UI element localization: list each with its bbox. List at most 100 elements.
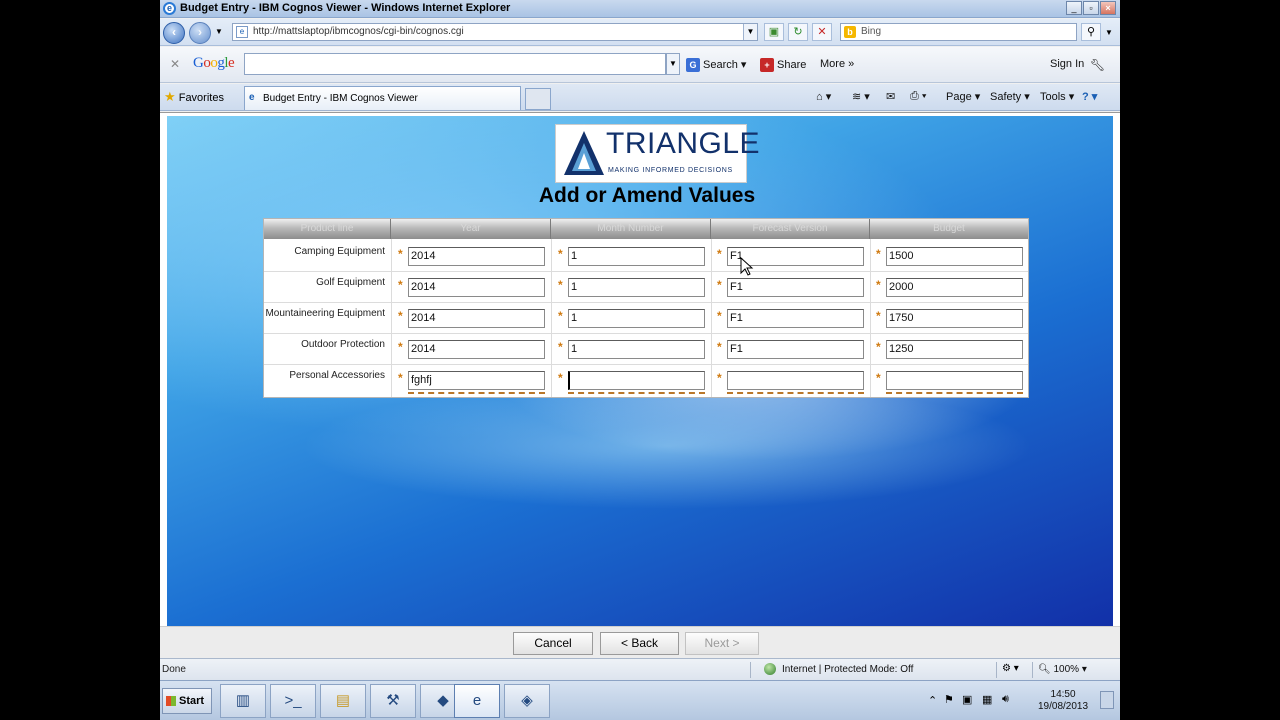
google-search-dropdown-icon[interactable]: ▼ [666, 53, 680, 75]
internet-zone-icon [764, 663, 776, 675]
tab-budget-entry[interactable]: e Budget Entry - IBM Cognos Viewer [244, 86, 521, 110]
address-url: http://mattslaptop/ibmcognos/cgi-bin/cog… [253, 26, 464, 37]
show-desktop-button[interactable] [1100, 691, 1114, 709]
compatibility-icon[interactable]: ▣ [764, 23, 784, 41]
validation-error-underline [568, 392, 705, 394]
budget-input[interactable]: 1750 [886, 309, 1023, 328]
zoom-level[interactable]: 🔍︎ 100% ▾ [1038, 664, 1087, 675]
required-marker: * [398, 247, 403, 261]
help-icon[interactable]: ? ▾ [1082, 90, 1097, 103]
budget-input[interactable]: 1500 [886, 247, 1023, 266]
action-center-flag-icon[interactable]: ⚑ [944, 693, 954, 706]
server-manager-icon[interactable]: ▥ [220, 684, 266, 718]
google-search-input[interactable] [244, 53, 666, 75]
search-options-icon[interactable]: ▼ [1105, 28, 1113, 37]
stop-icon[interactable]: ✕ [812, 23, 832, 41]
year-input[interactable]: 2014 [408, 340, 545, 359]
new-tab-button[interactable] [525, 88, 551, 110]
month-input[interactable] [568, 371, 705, 390]
back-nav-button[interactable]: ‹ [163, 22, 185, 44]
forecast-input[interactable]: F1 [727, 309, 864, 328]
prompt-button-bar: Cancel < Back Next > [160, 626, 1120, 658]
google-search-button[interactable]: G Search ▾ [686, 58, 746, 73]
page-title: Add or Amend Values [538, 184, 756, 207]
tools-menu[interactable]: Tools ▾ [1040, 90, 1074, 103]
maximize-button[interactable]: ▫ [1083, 1, 1099, 15]
title-bar: e Budget Entry - IBM Cognos Viewer - Win… [160, 0, 1120, 18]
bing-icon: b [844, 26, 856, 38]
favorites-button[interactable]: ★ Favorites [164, 89, 224, 105]
logo-tagline: MAKING INFORMED DECISIONS [608, 167, 733, 174]
required-marker: * [717, 309, 722, 323]
back-button[interactable]: < Back [600, 632, 679, 655]
search-go-icon[interactable]: ⚲ [1081, 23, 1101, 41]
powershell-icon[interactable]: >_ [270, 684, 316, 718]
explorer-folder-icon[interactable]: ▤ [320, 684, 366, 718]
year-input[interactable]: 2014 [408, 278, 545, 297]
page-menu[interactable]: Page ▾ [946, 90, 980, 103]
feeds-icon[interactable]: ≋ ▾ [852, 90, 870, 103]
month-input[interactable]: 1 [568, 278, 705, 297]
window-title: Budget Entry - IBM Cognos Viewer - Windo… [180, 2, 511, 14]
row-divider [264, 302, 1028, 303]
bing-search-field[interactable]: b Bing [840, 23, 1077, 41]
network-icon[interactable]: ▦ [982, 693, 992, 706]
year-input[interactable]: 2014 [408, 247, 545, 266]
budget-input[interactable]: 1250 [886, 340, 1023, 359]
minimize-button[interactable]: _ [1066, 1, 1082, 15]
address-field[interactable]: e http://mattslaptop/ibmcognos/cgi-bin/c… [232, 23, 758, 41]
values-grid: Product line Year Month Number Forecast … [263, 218, 1029, 398]
year-input[interactable]: fghfj [408, 371, 545, 390]
clock-time: 14:50 [1050, 689, 1076, 700]
volume-icon[interactable]: 🔊︎ [1002, 693, 1009, 706]
share-button[interactable]: + Share [760, 58, 806, 72]
next-button[interactable]: Next > [685, 632, 759, 655]
app-icon[interactable]: ◈ [504, 684, 550, 718]
close-button[interactable]: × [1100, 1, 1116, 15]
required-marker: * [876, 278, 881, 292]
triangle-logo: TRIANGLE MAKING INFORMED DECISIONS [555, 124, 760, 183]
cancel-button[interactable]: Cancel [513, 632, 593, 655]
required-marker: * [398, 278, 403, 292]
tab-page-icon: e [249, 92, 255, 103]
clock[interactable]: 14:50 19/08/2013 [1038, 689, 1088, 713]
budget-input[interactable]: 2000 [886, 278, 1023, 297]
forward-nav-button[interactable]: › [189, 22, 211, 44]
tray-app-icon[interactable]: ▣ [962, 693, 972, 706]
address-dropdown-icon[interactable]: ▼ [743, 24, 757, 40]
month-input[interactable]: 1 [568, 309, 705, 328]
forecast-input[interactable]: F1 [727, 278, 864, 297]
history-dropdown-icon[interactable]: ▼ [215, 27, 223, 36]
required-marker: * [558, 340, 563, 354]
column-header-year: Year [391, 219, 551, 239]
year-input[interactable]: 2014 [408, 309, 545, 328]
forecast-input[interactable] [727, 371, 864, 390]
safety-menu[interactable]: Safety ▾ [990, 90, 1030, 103]
tray-expand-icon[interactable]: ⌃ [928, 694, 937, 707]
refresh-icon[interactable]: ↻ [788, 23, 808, 41]
row-label-camping-equipment: Camping Equipment [294, 246, 385, 257]
ie-logo-icon: e [163, 2, 176, 15]
background-panel: TRIANGLE MAKING INFORMED DECISIONS Add o… [167, 116, 1113, 626]
column-header-budget: Budget [870, 219, 1028, 239]
more-button[interactable]: More » [820, 58, 854, 70]
sign-in-link[interactable]: Sign In [1050, 58, 1084, 70]
home-icon[interactable]: ⌂ ▾ [816, 90, 831, 103]
print-icon[interactable]: ⎙ ▾ [910, 90, 926, 103]
required-marker: * [717, 371, 722, 385]
month-input[interactable]: 1 [568, 247, 705, 266]
wrench-icon[interactable]: 🔧︎ [1090, 58, 1105, 72]
close-toolbar-icon[interactable]: ✕ [170, 57, 180, 71]
month-input[interactable]: 1 [568, 340, 705, 359]
column-header-product-line: Product line [264, 219, 391, 239]
protected-mode-icon[interactable]: ⚙ ▾ [1002, 663, 1019, 674]
forecast-input[interactable]: F1 [727, 340, 864, 359]
tools-icon[interactable]: ⚒ [370, 684, 416, 718]
mail-icon[interactable]: ✉ [886, 90, 895, 103]
required-marker: * [558, 247, 563, 261]
row-divider [264, 364, 1028, 365]
budget-input[interactable] [886, 371, 1023, 390]
status-divider [750, 662, 751, 678]
internet-explorer-taskbar-icon[interactable]: e [454, 684, 500, 718]
start-button[interactable]: Start [162, 688, 212, 714]
